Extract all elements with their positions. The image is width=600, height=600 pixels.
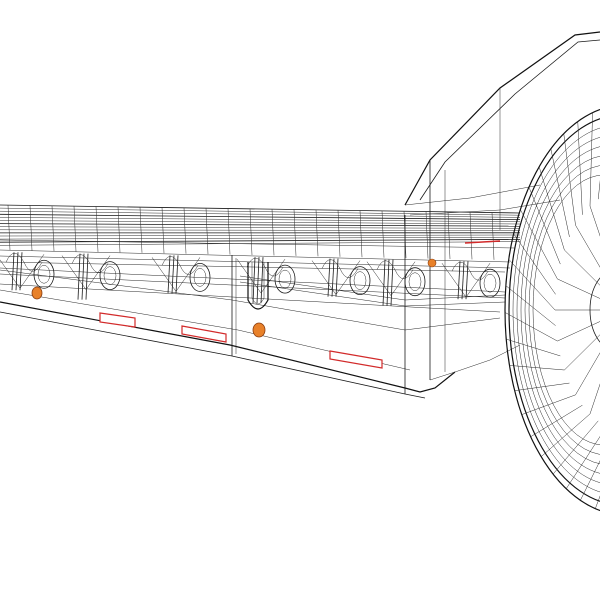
deck-cross-tie [249,208,253,256]
tire-tread-line [580,460,600,501]
frame-brace [366,261,392,296]
tire-wireframe [504,108,600,512]
wheel-spoke [557,321,600,342]
frame-bracket [81,253,85,300]
deck-rail [0,236,521,240]
frame-bracket [260,257,264,304]
marker-lamp-rear [427,258,437,268]
deck-cross-tie [51,205,55,252]
tire-tread-line [521,394,576,415]
frame-brace [441,263,467,298]
air-tank [99,261,121,291]
tire-tread-line [552,420,599,475]
wheel-spoke [564,334,600,371]
tire-tread-line [563,133,576,226]
deck-rail [0,213,521,220]
tire-tread-line [506,338,561,357]
frame-bracket [77,253,81,300]
air-tank-end [278,269,292,289]
air-tank [33,259,55,289]
air-tank-end [103,266,117,285]
frame-bracket [331,258,335,297]
deck-cross-tie [227,208,231,255]
tire-tread-line [520,209,558,280]
deck-cross-tie [29,205,33,251]
air-tank-end [37,265,51,284]
air-tank [479,268,501,298]
deck-rail [0,234,521,237]
wheel-spoke [575,352,600,395]
deck-cross-tie [381,210,385,258]
tire-tread-line [509,365,565,371]
wheel-spoke [557,278,600,299]
frame-brace [61,255,87,290]
deck-rail [0,223,521,227]
tire-tread-line [577,121,583,215]
deck-cross-tie [95,206,99,252]
flatbed-deck [0,204,521,273]
frame-bracket [167,255,171,294]
frame-bracket [15,252,19,291]
deck-cross-tie [161,207,165,254]
deck-rail [0,238,521,243]
air-tank [274,264,296,294]
marker-lamp-middle [252,322,266,338]
air-tank [404,267,426,297]
tire-tread-line [540,413,591,457]
deck-cross-tie [117,206,121,253]
reflector-strip-3 [329,350,383,369]
deck-cross-tie [205,208,209,255]
frame-bracket [390,259,394,306]
deck-cross-tie [7,205,11,251]
deck-cross-tie [337,210,341,257]
tire-tread-line [550,148,570,238]
deck-cross-tie [359,210,363,258]
deck-cross-tie [183,207,187,254]
air-tank [349,266,371,296]
air-tank-end [353,271,367,290]
tire-tread-line [504,312,558,342]
air-tank-end [483,273,497,293]
reflector-strip-4 [464,240,501,244]
frame-brace [151,257,177,292]
side-marker-lamps [31,258,437,338]
tire-tread-line [538,166,565,251]
reflector-strip-1 [99,312,136,328]
tire-tread-line [514,382,570,391]
tire-tread-line [508,259,556,311]
frame-bracket [327,258,331,297]
marker-lamp-front [31,286,43,300]
deck-cross-tie [271,209,275,256]
wheel-spoke [564,249,600,286]
wheel-spoke [575,225,600,268]
deck-rail [0,226,521,229]
frame-bracket [386,259,390,306]
tire-tread-line [528,187,561,265]
fender-housing [404,31,600,381]
frame-bracket [382,259,386,306]
wireframe-viewport [0,31,600,512]
deck-rail [0,229,521,231]
frame-bracket [85,253,89,300]
frame-bracket [171,255,175,294]
